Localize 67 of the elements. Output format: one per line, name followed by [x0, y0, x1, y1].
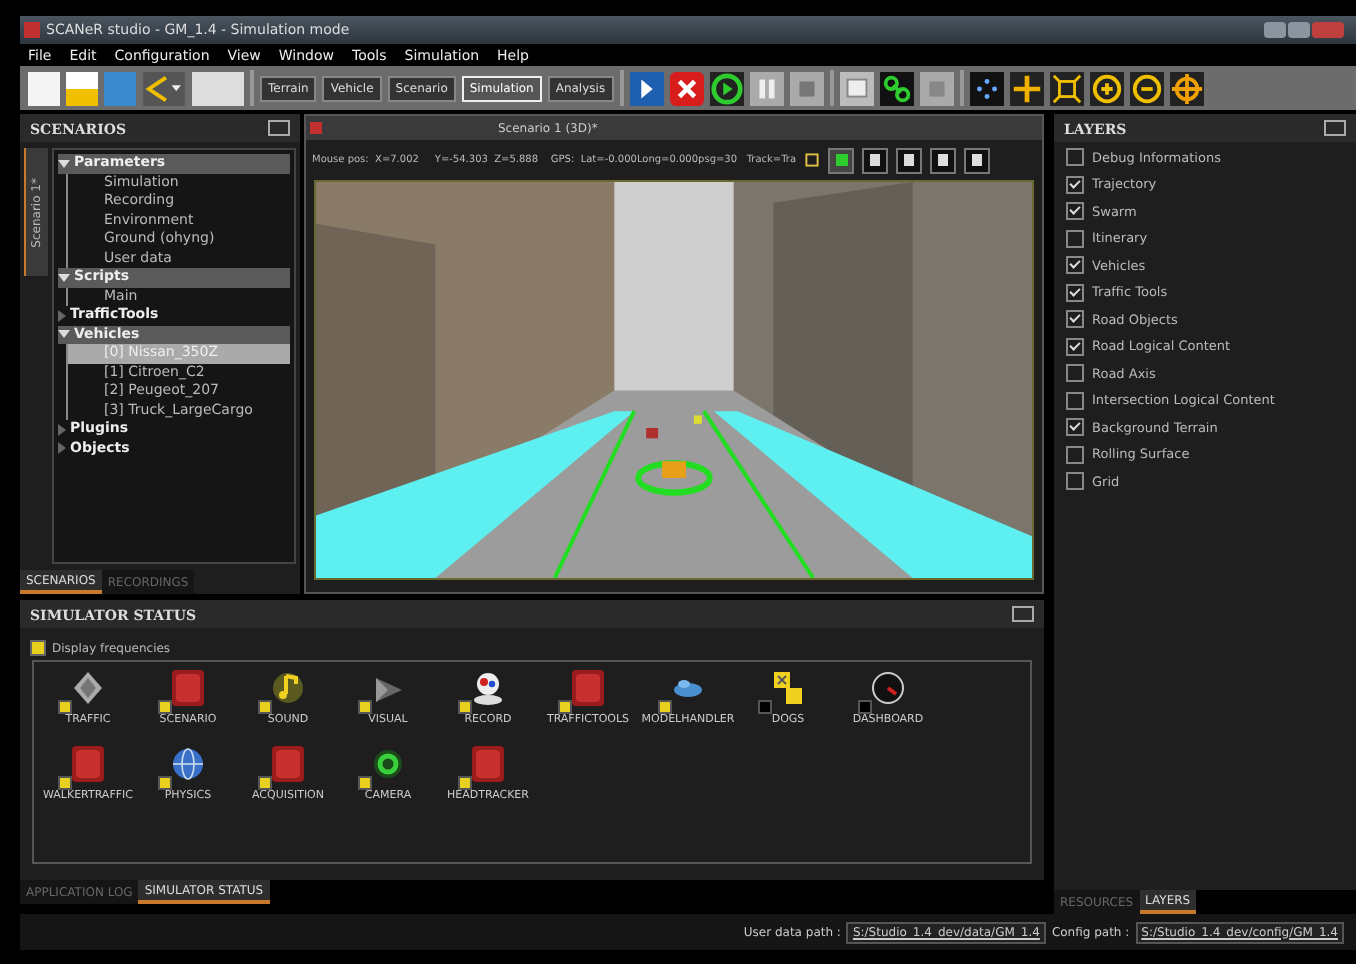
view-toggle-button[interactable] [964, 147, 991, 173]
view-toggle-button[interactable] [862, 147, 889, 173]
blank-button[interactable] [192, 71, 244, 105]
checkbox[interactable] [1066, 472, 1084, 490]
checkbox[interactable] [1066, 148, 1084, 166]
chain-icon[interactable] [879, 71, 914, 105]
module-checkbox[interactable] [258, 700, 272, 714]
view-icon [310, 122, 322, 134]
fit-icon[interactable] [1049, 71, 1084, 105]
view-toggle-button[interactable] [896, 147, 923, 173]
undock-icon[interactable] [1012, 606, 1034, 622]
checkbox[interactable] [1066, 391, 1084, 409]
tile-icon [572, 670, 604, 706]
module-checkbox[interactable] [558, 700, 572, 714]
checkbox[interactable] [1066, 337, 1084, 355]
stop-icon[interactable] [669, 71, 704, 105]
checkbox[interactable] [1066, 283, 1084, 301]
checkbox[interactable] [1066, 256, 1084, 274]
undock-icon[interactable] [1324, 120, 1346, 136]
module-checkbox[interactable] [58, 776, 72, 790]
module-checkbox[interactable] [358, 700, 372, 714]
ring-icon [372, 746, 404, 782]
module-checkbox[interactable] [458, 700, 472, 714]
step-icon[interactable] [629, 71, 664, 105]
module-checkbox[interactable] [58, 700, 72, 714]
module-checkbox[interactable] [158, 776, 172, 790]
checkbox[interactable] [1066, 445, 1084, 463]
checkbox[interactable] [1066, 229, 1084, 247]
globe-icon [172, 746, 204, 782]
move-icon[interactable] [1009, 71, 1044, 105]
new-file-icon[interactable] [28, 71, 60, 105]
module-checkbox[interactable] [458, 776, 472, 790]
module-checkbox[interactable] [358, 776, 372, 790]
module-checkbox[interactable] [858, 700, 872, 714]
checkbox[interactable] [1066, 175, 1084, 193]
undock-icon[interactable] [268, 120, 290, 136]
zoom-in-icon[interactable] [1089, 71, 1124, 105]
checkbox[interactable] [1066, 418, 1084, 436]
squares-icon [772, 670, 804, 706]
tile-icon [72, 746, 104, 782]
view-toggle-button[interactable] [930, 147, 957, 173]
music-note-icon [272, 670, 304, 706]
view-toggle-button[interactable] [828, 147, 855, 173]
module-checkbox[interactable] [758, 700, 772, 714]
pause-icon[interactable] [749, 71, 784, 105]
tile-icon [272, 746, 304, 782]
checkbox[interactable] [1066, 364, 1084, 382]
frame-icon[interactable] [804, 152, 821, 168]
app-icon [24, 22, 40, 38]
checkbox[interactable] [1066, 310, 1084, 328]
module-checkbox[interactable] [158, 700, 172, 714]
module-checkbox[interactable] [258, 776, 272, 790]
dots-icon[interactable] [969, 71, 1004, 105]
module-checkbox[interactable] [658, 700, 672, 714]
record-icon [472, 670, 504, 706]
zoom-out-icon[interactable] [1129, 71, 1164, 105]
triangle-dropdown-icon[interactable] [142, 71, 186, 105]
play-icon[interactable] [709, 71, 744, 105]
tile-icon [172, 670, 204, 706]
tile-icon [472, 746, 504, 782]
checkbox[interactable] [30, 640, 46, 656]
window-icon[interactable] [839, 71, 874, 105]
checkbox[interactable] [1066, 202, 1084, 220]
target-icon[interactable] [1169, 71, 1204, 105]
gauge-icon [872, 670, 904, 706]
open-file-icon[interactable] [66, 71, 98, 105]
sign-icon [72, 670, 104, 706]
